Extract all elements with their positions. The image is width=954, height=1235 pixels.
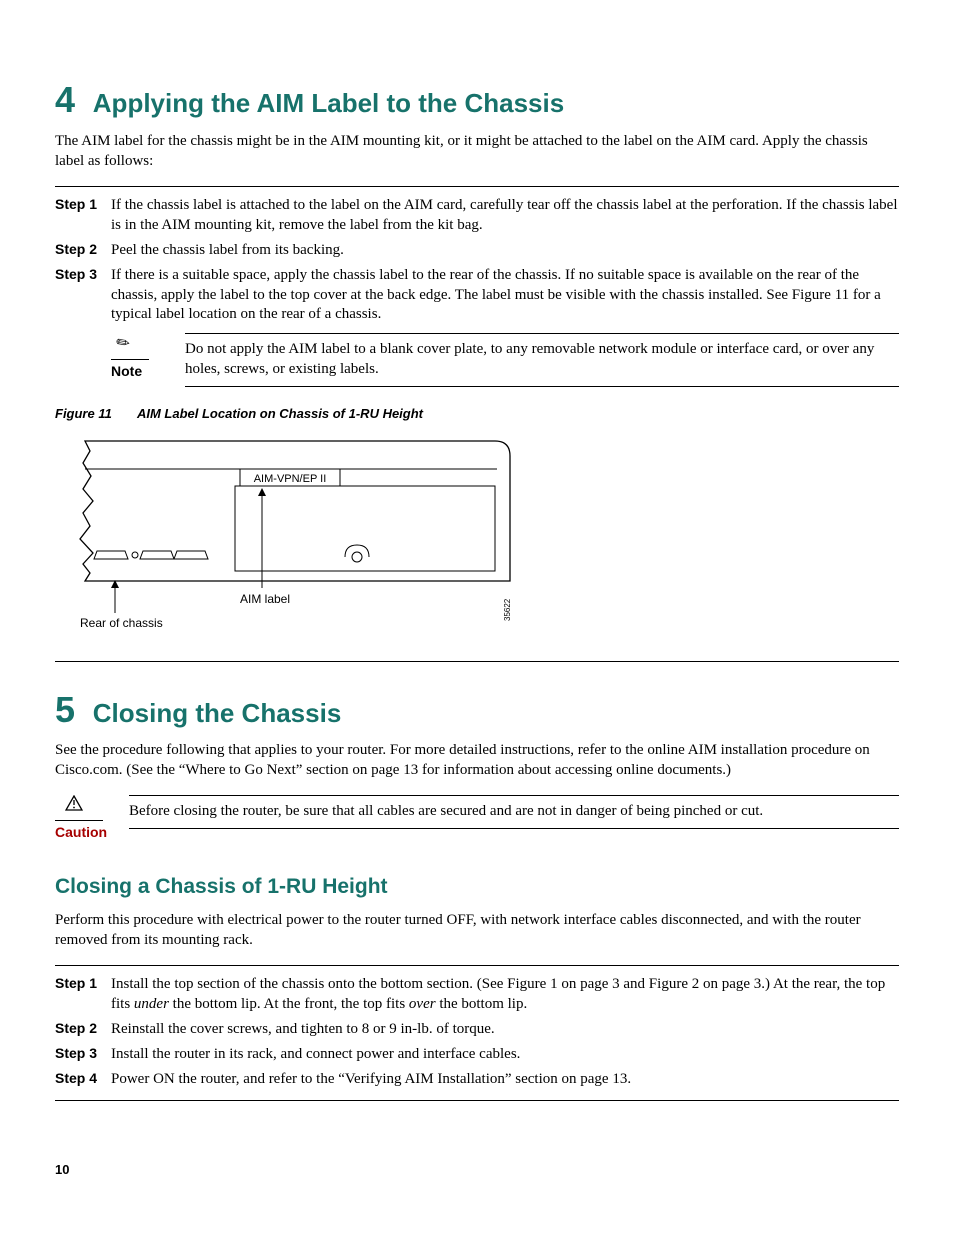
section-title: Closing the Chassis bbox=[93, 698, 342, 728]
step-row: Step 4 Power ON the router, and refer to… bbox=[55, 1069, 899, 1090]
step-text-content: If there is a suitable space, apply the … bbox=[111, 267, 881, 323]
step-row: Step 3 If there is a suitable space, app… bbox=[55, 265, 899, 326]
step-row: Step 2 Peel the chassis label from its b… bbox=[55, 240, 899, 261]
subsection-intro: Perform this procedure with electrical p… bbox=[55, 911, 899, 951]
step-text: Install the top section of the chassis o… bbox=[111, 975, 899, 1015]
step-label: Step 3 bbox=[55, 1044, 111, 1063]
step-italic: over bbox=[409, 996, 436, 1012]
section-title: Applying the AIM Label to the Chassis bbox=[93, 88, 564, 118]
drawing-number: 35622 bbox=[503, 598, 512, 621]
step-row: Step 3 Install the router in its rack, a… bbox=[55, 1044, 899, 1065]
caution-block: Caution Before closing the router, be su… bbox=[55, 795, 899, 843]
step-text: Reinstall the cover screws, and tighten … bbox=[111, 1020, 899, 1040]
step-row: Step 1 Install the top section of the ch… bbox=[55, 974, 899, 1015]
step-text: Peel the chassis label from its backing. bbox=[111, 241, 899, 261]
step-text-fragment: the bottom lip. bbox=[436, 996, 528, 1012]
figure-diagram: AIM-VPN/EP II AIM label Rear of chassis … bbox=[65, 431, 515, 651]
note-block: ✎ Note Do not apply the AIM label to a b… bbox=[111, 333, 899, 387]
caution-label: Caution bbox=[55, 824, 107, 840]
intro-paragraph: The AIM label for the chassis might be i… bbox=[55, 132, 899, 172]
caution-text: Before closing the router, be sure that … bbox=[129, 803, 763, 819]
divider bbox=[55, 1100, 899, 1101]
figure-label-box: AIM-VPN/EP II bbox=[254, 473, 327, 485]
step-text-fragment: the bottom lip. At the front, the top fi… bbox=[169, 996, 409, 1012]
step-label: Step 1 bbox=[55, 195, 111, 214]
step-italic: under bbox=[134, 996, 169, 1012]
rear-label-callout: Rear of chassis bbox=[80, 616, 163, 630]
step-label: Step 2 bbox=[55, 1019, 111, 1038]
step-label: Step 4 bbox=[55, 1069, 111, 1088]
step-text: If there is a suitable space, apply the … bbox=[111, 266, 899, 326]
section-heading: 5 Closing the Chassis bbox=[55, 686, 899, 734]
figure-caption: Figure 11 AIM Label Location on Chassis … bbox=[55, 405, 899, 422]
divider bbox=[55, 965, 899, 966]
note-label: Note bbox=[111, 363, 142, 379]
step-text: Power ON the router, and refer to the “V… bbox=[111, 1070, 899, 1090]
divider bbox=[55, 186, 899, 187]
section-number: 4 bbox=[55, 79, 75, 120]
section-number: 5 bbox=[55, 689, 75, 730]
subsection-heading: Closing a Chassis of 1-RU Height bbox=[55, 873, 899, 901]
step-label: Step 1 bbox=[55, 974, 111, 993]
step-label: Step 2 bbox=[55, 240, 111, 259]
step-text: If the chassis label is attached to the … bbox=[111, 196, 899, 236]
aim-label-callout: AIM label bbox=[240, 592, 290, 606]
step-row: Step 1 If the chassis label is attached … bbox=[55, 195, 899, 236]
intro-paragraph: See the procedure following that applies… bbox=[55, 741, 899, 781]
divider bbox=[55, 661, 899, 662]
step-label: Step 3 bbox=[55, 265, 111, 284]
figure-title: AIM Label Location on Chassis of 1-RU He… bbox=[137, 406, 423, 421]
warning-icon bbox=[65, 795, 129, 817]
figure-number: Figure 11 bbox=[55, 406, 112, 421]
step-row: Step 2 Reinstall the cover screws, and t… bbox=[55, 1019, 899, 1040]
section-heading: 4 Applying the AIM Label to the Chassis bbox=[55, 76, 899, 124]
page-number: 10 bbox=[55, 1161, 899, 1178]
step-text: Install the router in its rack, and conn… bbox=[111, 1045, 899, 1065]
note-text: Do not apply the AIM label to a blank co… bbox=[185, 341, 874, 377]
pencil-icon: ✎ bbox=[112, 331, 135, 356]
